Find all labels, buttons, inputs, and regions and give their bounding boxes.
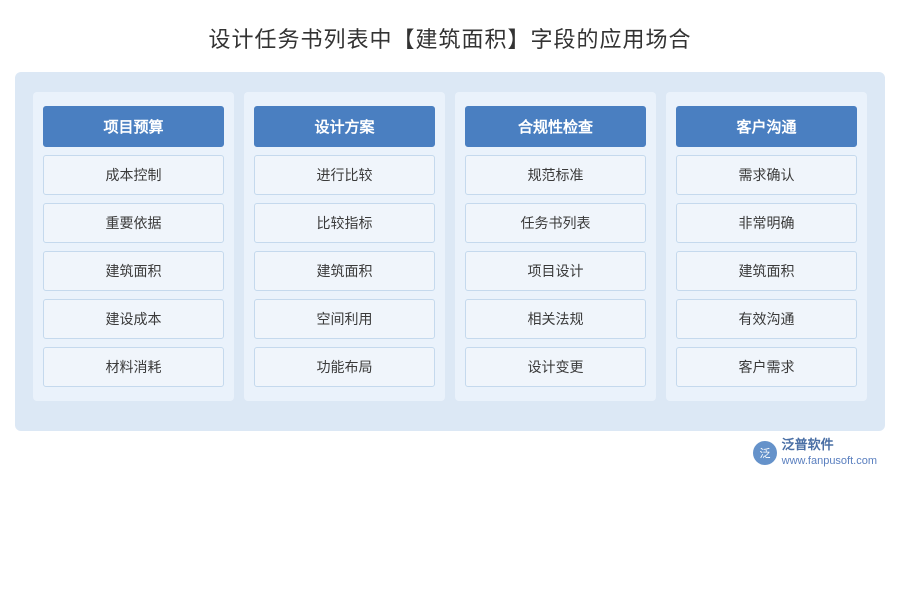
column-col2: 设计方案进行比较比较指标建筑面积空间利用功能布局	[244, 92, 445, 401]
watermark-logo: 泛 泛普软件 www.fanpusoft.com	[752, 437, 877, 468]
cell-col4-4: 客户需求	[676, 347, 857, 387]
cell-col3-2: 项目设计	[465, 251, 646, 291]
page-title: 设计任务书列表中【建筑面积】字段的应用场合	[208, 0, 691, 72]
cell-col4-3: 有效沟通	[676, 299, 857, 339]
cell-col3-3: 相关法规	[465, 299, 646, 339]
svg-text:泛: 泛	[759, 447, 770, 460]
column-header-col4: 客户沟通	[676, 106, 857, 147]
column-header-col3: 合规性检查	[465, 106, 646, 147]
cell-col2-2: 建筑面积	[254, 251, 435, 291]
column-header-col2: 设计方案	[254, 106, 435, 147]
cell-col1-4: 材料消耗	[43, 347, 224, 387]
cell-col2-1: 比较指标	[254, 203, 435, 243]
cell-col1-0: 成本控制	[43, 155, 224, 195]
cell-col4-0: 需求确认	[676, 155, 857, 195]
cell-col2-3: 空间利用	[254, 299, 435, 339]
watermark-area: 泛 泛普软件 www.fanpusoft.com	[15, 431, 885, 468]
column-header-col1: 项目预算	[43, 106, 224, 147]
column-col3: 合规性检查规范标准任务书列表项目设计相关法规设计变更	[455, 92, 656, 401]
cell-col1-3: 建设成本	[43, 299, 224, 339]
logo-icon: 泛	[752, 440, 778, 466]
cell-col1-1: 重要依据	[43, 203, 224, 243]
cell-col3-0: 规范标准	[465, 155, 646, 195]
cell-col4-2: 建筑面积	[676, 251, 857, 291]
main-container: 项目预算成本控制重要依据建筑面积建设成本材料消耗设计方案进行比较比较指标建筑面积…	[15, 72, 885, 431]
watermark-text: 泛普软件 www.fanpusoft.com	[782, 437, 877, 468]
cell-col2-0: 进行比较	[254, 155, 435, 195]
column-col4: 客户沟通需求确认非常明确建筑面积有效沟通客户需求	[666, 92, 867, 401]
cell-col1-2: 建筑面积	[43, 251, 224, 291]
cell-col4-1: 非常明确	[676, 203, 857, 243]
column-col1: 项目预算成本控制重要依据建筑面积建设成本材料消耗	[33, 92, 234, 401]
cell-col3-1: 任务书列表	[465, 203, 646, 243]
cell-col2-4: 功能布局	[254, 347, 435, 387]
cell-col3-4: 设计变更	[465, 347, 646, 387]
